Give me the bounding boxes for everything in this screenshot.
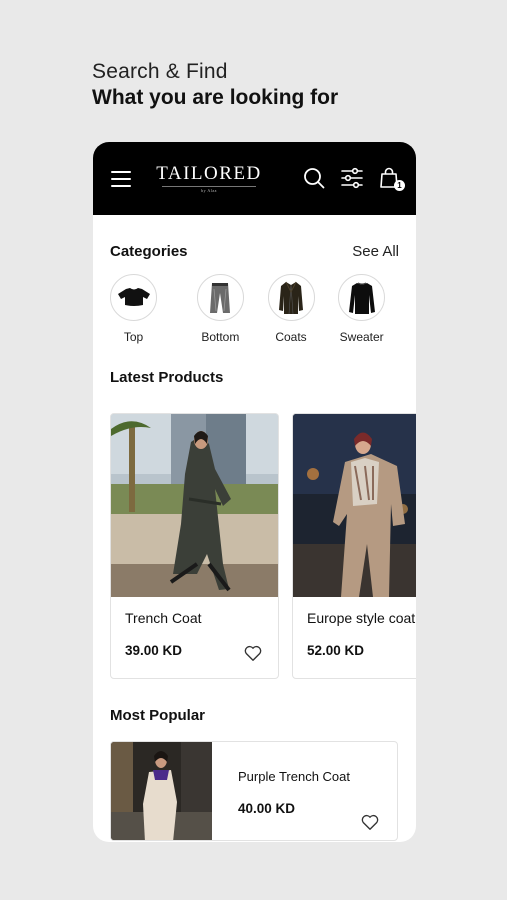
product-name: Trench Coat bbox=[125, 610, 202, 626]
latest-products-carousel[interactable]: Trench Coat 39.00 KD Europe style coat 5… bbox=[110, 413, 416, 679]
promo-line-1: Search & Find bbox=[92, 60, 228, 83]
product-card[interactable]: Trench Coat 39.00 KD bbox=[110, 413, 279, 679]
most-popular-title: Most Popular bbox=[110, 707, 206, 724]
pants-icon bbox=[210, 282, 231, 313]
category-label: Bottom bbox=[201, 330, 240, 344]
promo-heading: Search & Find What you are looking for bbox=[92, 60, 338, 110]
cart-count-badge: 1 bbox=[394, 180, 405, 191]
search-icon[interactable] bbox=[302, 166, 326, 190]
brand-name: TAILORED bbox=[156, 163, 262, 184]
heart-icon[interactable] bbox=[244, 645, 262, 662]
category-top[interactable]: Top bbox=[110, 274, 157, 344]
popular-product-card[interactable]: Purple Trench Coat 40.00 KD bbox=[110, 741, 398, 841]
category-bottom[interactable]: Bottom bbox=[187, 274, 254, 344]
product-name: Purple Trench Coat bbox=[238, 769, 351, 784]
app-screen: TAILORED by Alaa 1 Categories See All To… bbox=[93, 142, 416, 842]
menu-icon[interactable] bbox=[111, 170, 131, 187]
filter-icon[interactable] bbox=[340, 166, 364, 190]
crop-top-icon bbox=[117, 287, 150, 306]
product-image bbox=[111, 742, 212, 840]
category-label: Coats bbox=[275, 330, 307, 344]
categories-title: Categories bbox=[110, 243, 188, 260]
category-list: Top Bottom Coats Sweater bbox=[110, 274, 399, 344]
category-sweater[interactable]: Sweater bbox=[328, 274, 395, 344]
product-image bbox=[111, 414, 278, 597]
latest-products-title: Latest Products bbox=[110, 369, 224, 386]
app-header: TAILORED by Alaa 1 bbox=[93, 142, 416, 215]
brand-logo: TAILORED by Alaa bbox=[156, 163, 262, 194]
see-all-link[interactable]: See All bbox=[352, 243, 399, 260]
heart-icon[interactable] bbox=[361, 814, 379, 831]
sweater-icon bbox=[348, 282, 375, 314]
product-card[interactable]: Europe style coat 52.00 KD bbox=[292, 413, 416, 679]
category-coats[interactable]: Coats bbox=[258, 274, 325, 344]
brand-subtitle: by Alaa bbox=[162, 186, 256, 193]
coat-icon bbox=[279, 281, 303, 314]
product-price: 52.00 KD bbox=[307, 643, 365, 658]
shopping-bag-icon[interactable]: 1 bbox=[378, 166, 405, 191]
category-label: Top bbox=[123, 330, 144, 344]
promo-line-2: What you are looking for bbox=[92, 86, 339, 109]
product-name: Europe style coat bbox=[307, 610, 416, 626]
product-image bbox=[293, 414, 416, 597]
category-label: Sweater bbox=[339, 330, 384, 344]
